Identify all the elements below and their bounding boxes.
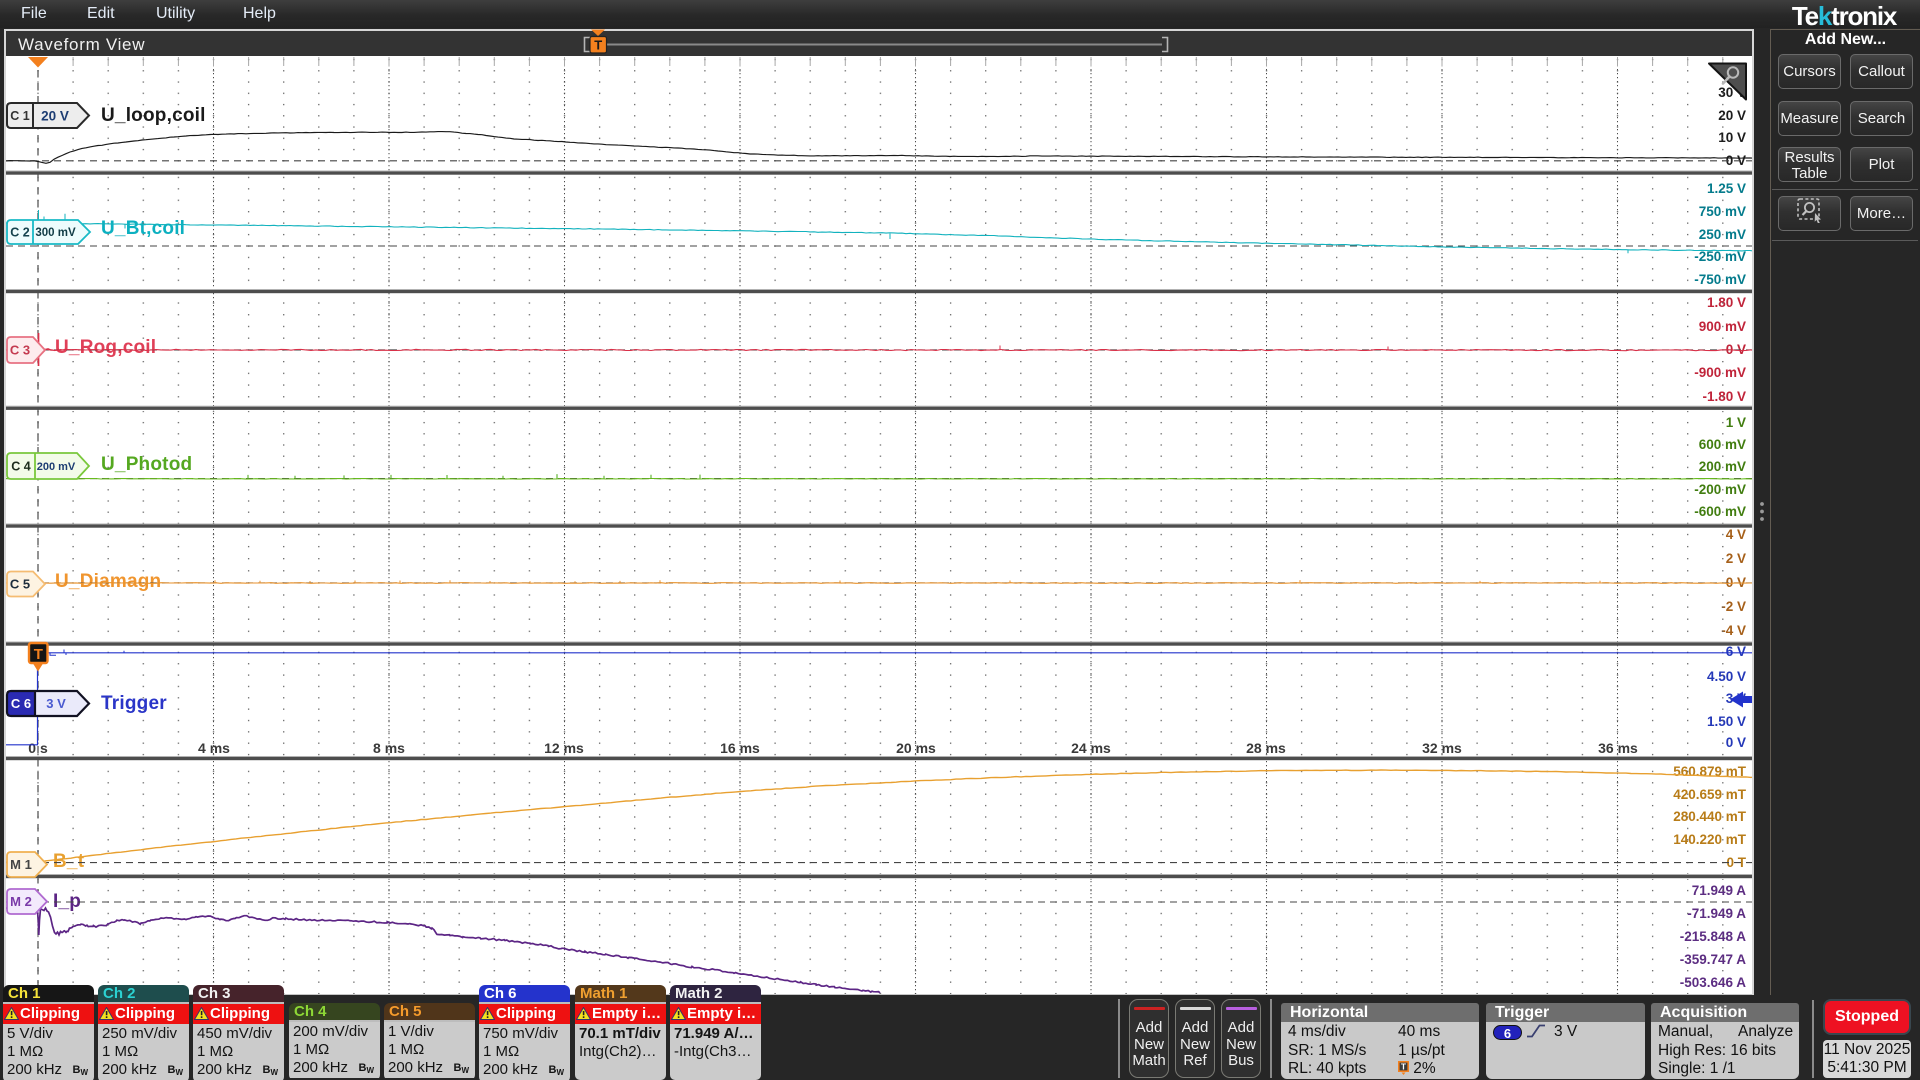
svg-text:T: T [1401,1062,1407,1072]
